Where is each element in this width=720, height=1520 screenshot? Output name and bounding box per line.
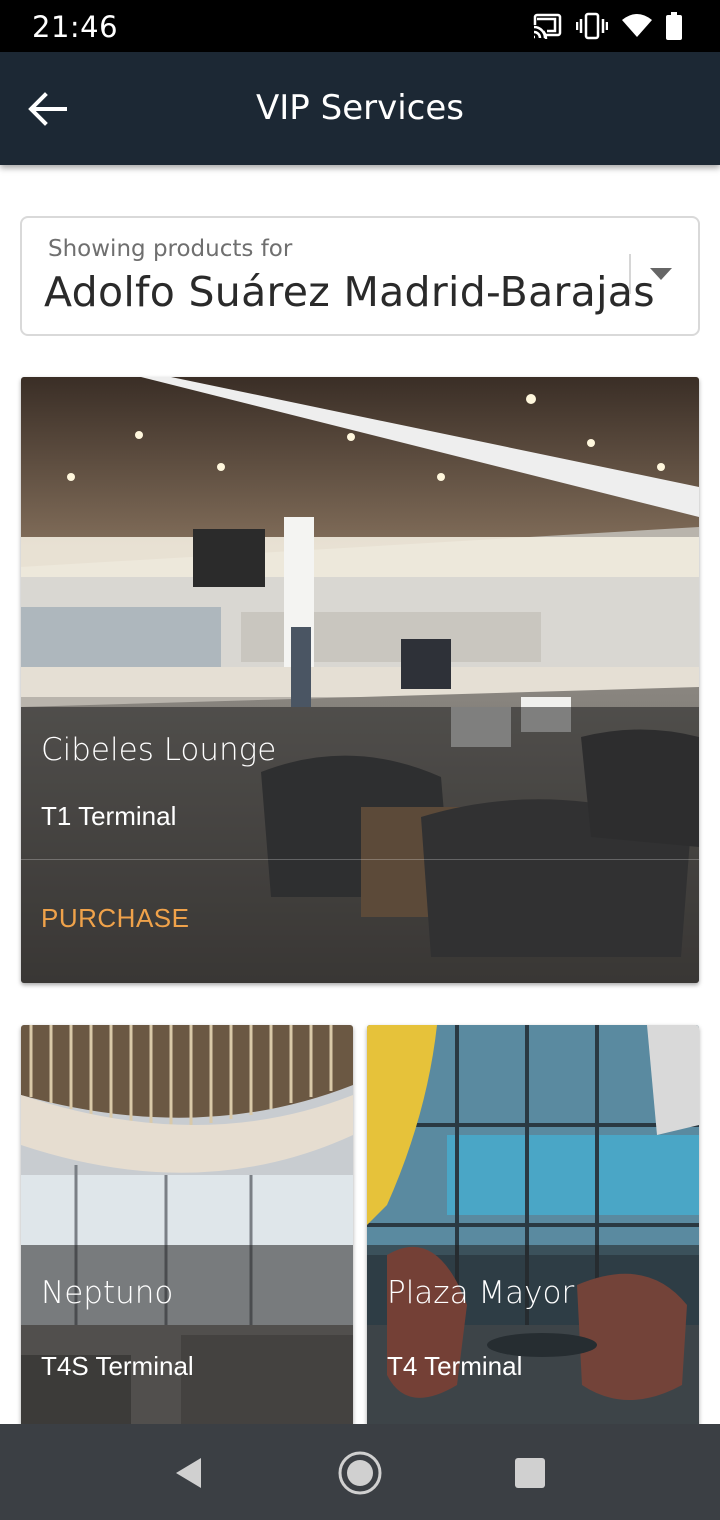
airport-select-value: Adolfo Suárez Madrid-Barajas — [44, 268, 655, 316]
product-name: Cibeles Lounge — [41, 732, 277, 768]
product-card-neptuno[interactable]: Neptuno T4S Terminal — [21, 1025, 353, 1424]
content-scroll[interactable]: Showing products for Adolfo Suárez Madri… — [0, 165, 720, 1424]
home-circle-icon — [338, 1451, 382, 1495]
product-card-cibeles[interactable]: Cibeles Lounge T1 Terminal PURCHASE — [21, 377, 699, 983]
product-card-plaza-mayor[interactable]: Plaza Mayor T4 Terminal — [367, 1025, 699, 1424]
app-bar: VIP Services — [0, 52, 720, 165]
card-divider — [21, 859, 699, 860]
product-terminal: T4S Terminal — [41, 1351, 194, 1381]
product-name: Neptuno — [41, 1275, 174, 1311]
nav-recents-button[interactable] — [505, 1448, 555, 1498]
wifi-icon — [622, 14, 652, 38]
status-bar: 21:46 — [0, 0, 720, 52]
purchase-button[interactable]: PURCHASE — [41, 903, 189, 934]
cast-icon — [532, 13, 562, 39]
dropdown-arrow-icon[interactable] — [650, 268, 672, 282]
product-terminal: T1 Terminal — [41, 801, 177, 831]
select-divider — [629, 254, 631, 294]
nav-back-button[interactable] — [163, 1448, 213, 1498]
card-overlay — [21, 1245, 353, 1424]
airport-select-label: Showing products for — [48, 236, 293, 262]
nav-home-button[interactable] — [335, 1448, 385, 1498]
system-nav-bar — [0, 1424, 720, 1520]
vibrate-icon — [576, 12, 608, 40]
card-overlay — [367, 1245, 699, 1424]
airport-select[interactable]: Showing products for Adolfo Suárez Madri… — [20, 216, 700, 336]
back-triangle-icon — [176, 1458, 201, 1488]
recents-square-icon — [515, 1458, 545, 1488]
product-name: Plaza Mayor — [387, 1275, 575, 1311]
page-title: VIP Services — [256, 88, 464, 128]
status-time: 21:46 — [32, 10, 119, 44]
product-terminal: T4 Terminal — [387, 1351, 523, 1381]
battery-icon — [666, 12, 682, 40]
status-icons — [532, 12, 682, 40]
